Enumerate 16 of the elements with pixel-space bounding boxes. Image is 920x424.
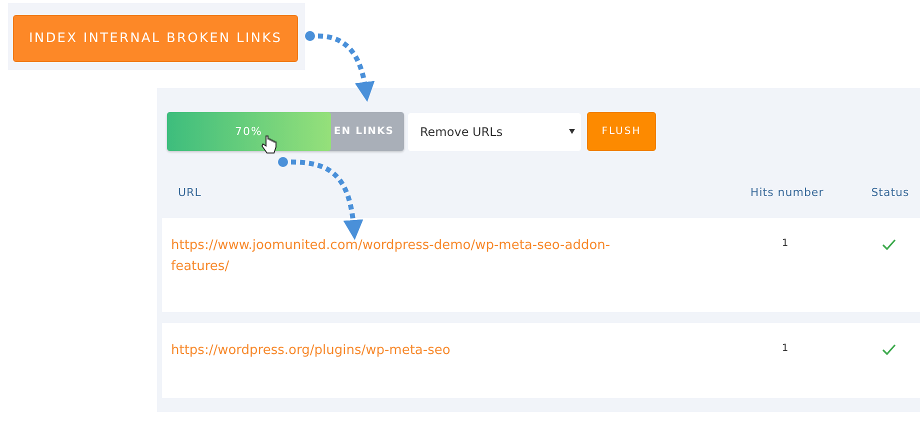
progress-button[interactable]: 70% EN LINKS <box>167 112 404 151</box>
url-link[interactable]: https://wordpress.org/plugins/wp-meta-seo <box>171 340 651 361</box>
url-link[interactable]: https://www.joomunited.com/wordpress-demo/wp-meta-seo-addon-features/ <box>171 235 651 277</box>
progress-percent: 70% <box>235 125 262 138</box>
button-label: EN LINKS <box>334 126 394 137</box>
caret-icon <box>569 129 575 134</box>
action-select[interactable]: Remove URLs <box>408 112 581 150</box>
column-header: Hits number <box>749 186 825 198</box>
dotted-arrow <box>305 31 374 102</box>
index-links-button[interactable]: INDEX INTERNAL BROKEN LINKS <box>13 15 298 62</box>
hits-count: 1 <box>780 342 790 354</box>
column-header: URL <box>177 186 202 198</box>
column-header: Status <box>870 186 910 198</box>
hand-cursor-icon <box>261 136 276 154</box>
flush-button[interactable]: FLUSH <box>587 112 656 151</box>
hits-count: 1 <box>780 237 790 249</box>
